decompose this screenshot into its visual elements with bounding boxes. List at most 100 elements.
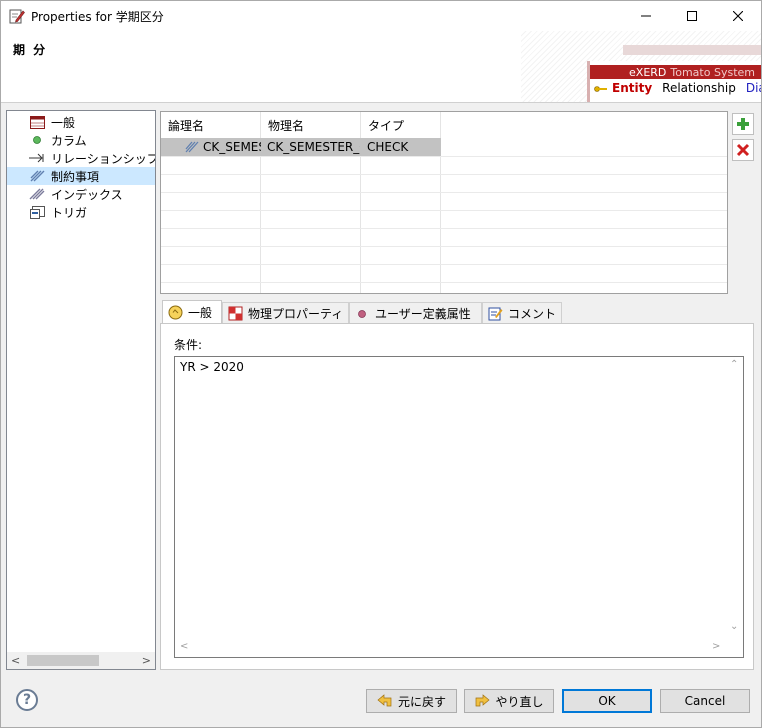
exerd-banner: eXERDTomato System Entity Relationship Dia… <box>587 61 761 102</box>
banner-tab-relationship[interactable]: Relationship <box>662 81 736 95</box>
index-icon <box>29 187 45 201</box>
key-icon <box>594 85 607 92</box>
cancel-button[interactable]: Cancel <box>660 689 750 713</box>
maximize-button[interactable] <box>669 1 715 31</box>
column-header-logical[interactable]: 論理名 <box>161 112 261 136</box>
comment-icon <box>487 306 503 322</box>
tree-item-label: トリガ <box>51 205 88 220</box>
constraints-table: 論理名 物理名 タイプ CK_SEMESTER_CLASS CK_SEMESTE… <box>160 111 728 294</box>
properties-edit-icon <box>9 8 25 24</box>
physical-property-icon <box>227 306 243 322</box>
undo-label: 元に戻す <box>397 694 446 709</box>
add-constraint-button[interactable] <box>732 113 754 135</box>
brand-main: eXERD <box>629 66 667 79</box>
tab-label: 物理プロパーティ <box>248 307 344 321</box>
header-decoration-bar <box>623 45 761 55</box>
relationship-arrow-icon <box>29 151 45 165</box>
banner-tabs: Entity Relationship Diag <box>590 81 761 95</box>
cancel-label: Cancel <box>684 694 726 708</box>
column-dot-icon <box>29 133 45 147</box>
tab-physical-properties[interactable]: 物理プロパーティ <box>222 302 349 324</box>
column-header-type[interactable]: タイプ <box>361 112 441 136</box>
table-cell-type[interactable]: CHECK <box>367 138 439 156</box>
banner-tab-diagram[interactable]: Diag <box>746 81 761 95</box>
tab-user-attributes[interactable]: ユーザー定義属性 <box>349 302 482 324</box>
scroll-right-icon[interactable]: > <box>142 654 151 667</box>
banner-brand-bar: eXERD Tomato System <box>590 65 761 79</box>
table-icon <box>29 115 45 129</box>
trigger-icon <box>29 205 45 219</box>
scroll-right-icon[interactable]: > <box>712 641 720 652</box>
row-divider <box>161 246 727 247</box>
general-icon <box>167 305 183 321</box>
window-title: Properties for 学期区分 <box>31 10 164 24</box>
tree-item-constraints[interactable]: 制約事項 <box>7 167 155 185</box>
row-divider <box>161 192 727 193</box>
banner-tab-entity[interactable]: Entity <box>612 81 652 95</box>
tree-item-label: 制約事項 <box>51 169 100 184</box>
general-tab-panel: 条件: YR > 2020 ⌃ ⌄ < > <box>160 323 754 670</box>
constraint-icon <box>29 169 45 183</box>
constraint-icon <box>185 141 199 153</box>
tab-label: 一般 <box>188 306 213 320</box>
tab-general[interactable]: 一般 <box>162 300 222 324</box>
row-divider <box>161 228 727 229</box>
remove-constraint-button[interactable] <box>732 139 754 161</box>
tree-item-label: カラム <box>51 133 87 148</box>
table-cell-physical[interactable]: CK_SEMESTER_CLASS <box>267 138 360 156</box>
ok-button[interactable]: OK <box>562 689 652 713</box>
row-divider <box>161 156 727 157</box>
brand-label: eXERD Tomato System <box>629 66 755 79</box>
redo-button[interactable]: やり直し <box>464 689 554 713</box>
tab-comment[interactable]: コメント <box>482 302 562 324</box>
redo-label: やり直し <box>495 694 544 709</box>
tree-item-indexes[interactable]: インデックス <box>7 185 155 203</box>
textarea-vertical-scrollbar[interactable]: ⌃ ⌄ <box>726 357 743 641</box>
brand-sub: Tomato System <box>670 66 755 79</box>
tree-item-triggers[interactable]: トリガ <box>7 203 155 221</box>
property-tree: 一般 カラム リレーションシップ 制約事項 インデックス トリガ < > <box>6 110 156 670</box>
help-icon: ? <box>22 692 32 708</box>
textarea-horizontal-scrollbar[interactable]: < > <box>175 640 726 657</box>
tree-item-general[interactable]: 一般 <box>7 113 155 131</box>
dialog-header: 期 分 eXERD Tomato System Entity Relationshi… <box>1 31 761 103</box>
scroll-left-icon[interactable]: < <box>11 654 20 667</box>
undo-button[interactable]: 元に戻す <box>366 689 457 713</box>
scroll-up-icon[interactable]: ⌃ <box>730 359 738 370</box>
condition-value[interactable]: YR > 2020 <box>180 360 244 374</box>
row-divider <box>161 264 727 265</box>
ok-label: OK <box>598 694 616 708</box>
delete-x-icon <box>736 143 750 157</box>
tree-item-label: リレーションシップ <box>51 151 155 166</box>
close-icon <box>733 11 743 21</box>
properties-dialog: Properties for 学期区分 期 分 eXERD Tomato Syst… <box>0 0 762 728</box>
row-divider <box>161 282 727 283</box>
redo-arrow-icon <box>474 694 491 708</box>
table-cell-logical[interactable]: CK_SEMESTER_CLASS <box>185 138 261 156</box>
scroll-down-icon[interactable]: ⌄ <box>730 621 738 632</box>
minimize-icon <box>641 15 651 17</box>
tree-item-label: インデックス <box>51 187 123 202</box>
plus-icon <box>737 118 749 130</box>
column-header-physical[interactable]: 物理名 <box>261 112 361 136</box>
cell-text: CK_SEMESTER_CLASS <box>203 140 261 154</box>
condition-label: 条件: <box>174 338 203 352</box>
tree-item-label: 一般 <box>51 115 76 130</box>
tab-label: コメント <box>508 307 557 321</box>
tree-item-relationships[interactable]: リレーションシップ <box>7 149 155 167</box>
scroll-thumb[interactable] <box>27 655 99 666</box>
detail-tabs: 一般 物理プロパーティ ユーザー定義属性 コメント <box>160 300 754 324</box>
title-bar: Properties for 学期区分 <box>1 1 761 31</box>
close-button[interactable] <box>715 1 761 31</box>
row-divider <box>161 210 727 211</box>
help-button[interactable]: ? <box>16 689 38 711</box>
tree-horizontal-scrollbar[interactable]: < > <box>7 652 155 669</box>
tree-item-columns[interactable]: カラム <box>7 131 155 149</box>
user-attribute-icon <box>354 306 370 322</box>
maximize-icon <box>687 11 697 21</box>
condition-textarea[interactable]: YR > 2020 ⌃ ⌄ < > <box>174 356 744 658</box>
scroll-left-icon[interactable]: < <box>180 641 188 652</box>
row-divider <box>161 174 727 175</box>
page-title: 期 分 <box>13 43 48 57</box>
minimize-button[interactable] <box>623 1 669 31</box>
